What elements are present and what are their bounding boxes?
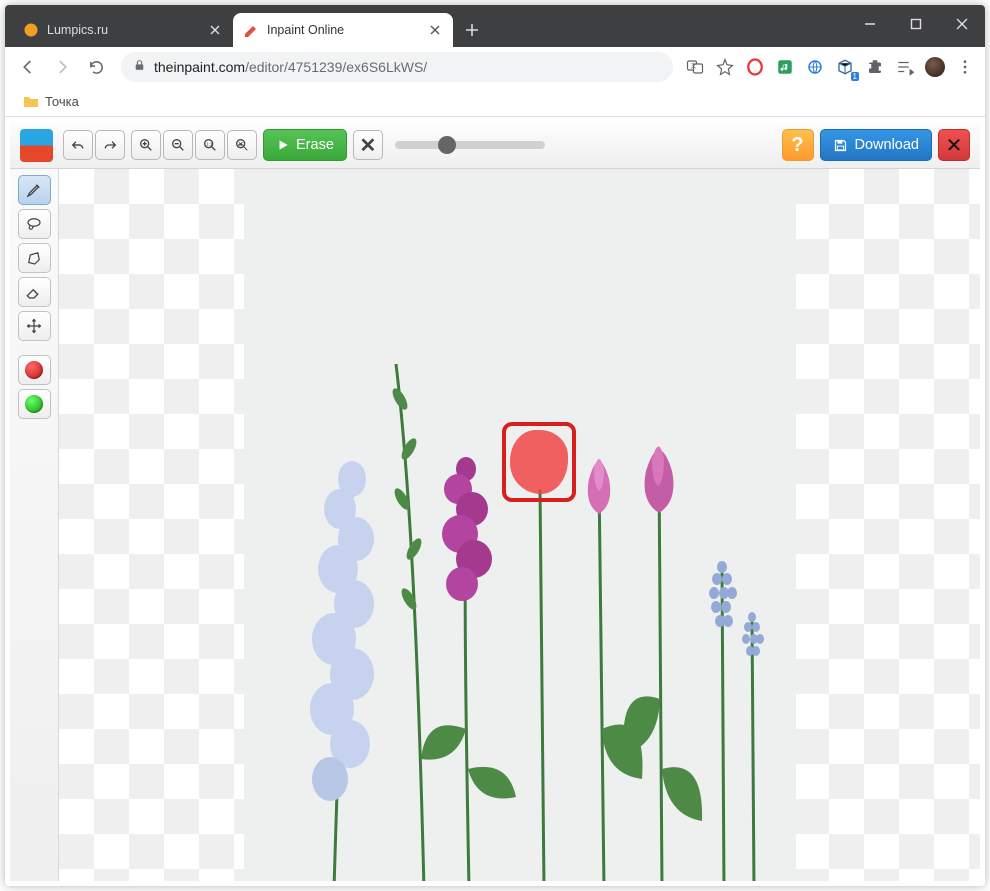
star-icon[interactable] <box>713 55 737 79</box>
tab-inpaint[interactable]: Inpaint Online <box>233 13 453 47</box>
ext-opera-icon[interactable] <box>743 55 767 79</box>
marker-tool[interactable] <box>18 175 51 205</box>
ext-music-icon[interactable] <box>773 55 797 79</box>
forward-button[interactable] <box>47 52 77 82</box>
extension-icons: 文 1 <box>683 55 977 79</box>
playlist-icon[interactable] <box>893 55 917 79</box>
slider-thumb[interactable] <box>438 136 456 154</box>
mask-highlight <box>502 422 576 502</box>
download-label: Download <box>855 137 920 153</box>
tab-close-icon[interactable] <box>207 22 223 38</box>
bookmarks-bar: Точка <box>5 87 985 117</box>
extensions-icon[interactable] <box>863 55 887 79</box>
url-text: theinpaint.com/editor/4751239/ex6S6LkWS/ <box>154 59 427 75</box>
play-icon <box>276 138 290 152</box>
svg-text:1:1: 1:1 <box>206 142 213 147</box>
favicon-inpaint <box>243 22 259 38</box>
folder-icon <box>23 94 39 110</box>
maximize-button[interactable] <box>893 5 939 43</box>
reload-button[interactable] <box>81 52 111 82</box>
close-app-button[interactable]: ✕ <box>938 129 970 161</box>
polygon-tool[interactable] <box>18 243 51 273</box>
mask-red-button[interactable] <box>18 355 51 385</box>
undo-redo-group <box>63 130 125 160</box>
canvas-area[interactable] <box>59 169 980 881</box>
save-icon <box>833 138 848 153</box>
url-field[interactable]: theinpaint.com/editor/4751239/ex6S6LkWS/ <box>121 52 673 82</box>
eraser-tool[interactable] <box>18 277 51 307</box>
clear-mask-button[interactable]: ✕ <box>353 130 383 160</box>
ext-cube-icon[interactable]: 1 <box>833 55 857 79</box>
slider-track <box>395 141 545 149</box>
erase-button[interactable]: Erase <box>263 129 347 161</box>
download-button[interactable]: Download <box>820 129 933 161</box>
green-dot-icon <box>25 395 43 413</box>
mask-green-button[interactable] <box>18 389 51 419</box>
app-body <box>10 169 980 881</box>
favicon-lumpics <box>23 22 39 38</box>
avatar-icon[interactable] <box>923 55 947 79</box>
redo-button[interactable] <box>95 130 125 160</box>
tab-strip: Lumpics.ru Inpaint Online <box>13 13 485 47</box>
zoom-fit-button[interactable] <box>227 130 257 160</box>
zoom-out-button[interactable] <box>163 130 193 160</box>
new-tab-button[interactable] <box>459 17 485 43</box>
brush-size-slider[interactable] <box>395 136 545 154</box>
translate-icon[interactable]: 文 <box>683 55 707 79</box>
zoom-group: 1:1 <box>131 130 257 160</box>
browser-titlebar: Lumpics.ru Inpaint Online <box>5 5 985 47</box>
window-controls <box>847 5 985 43</box>
tab-lumpics[interactable]: Lumpics.ru <box>13 13 233 47</box>
close-window-button[interactable] <box>939 5 985 43</box>
bookmark-label: Точка <box>45 94 79 109</box>
tab-close-icon[interactable] <box>427 22 443 38</box>
inpaint-app: 1:1 Erase ✕ ? Download ✕ <box>10 122 980 881</box>
minimize-button[interactable] <box>847 5 893 43</box>
tab-title: Inpaint Online <box>267 23 421 37</box>
address-bar: theinpaint.com/editor/4751239/ex6S6LkWS/… <box>5 47 985 87</box>
bookmark-tochka[interactable]: Точка <box>15 91 87 113</box>
menu-icon[interactable] <box>953 55 977 79</box>
erase-label: Erase <box>296 137 334 153</box>
undo-button[interactable] <box>63 130 93 160</box>
ext-globe-icon[interactable] <box>803 55 827 79</box>
mask-blob <box>510 430 568 494</box>
move-tool[interactable] <box>18 311 51 341</box>
tab-title: Lumpics.ru <box>47 23 201 37</box>
flowers-illustration <box>244 169 796 881</box>
help-button[interactable]: ? <box>782 129 814 161</box>
red-dot-icon <box>25 361 43 379</box>
zoom-actual-button[interactable]: 1:1 <box>195 130 225 160</box>
app-logo <box>20 129 53 162</box>
lock-icon <box>133 59 146 75</box>
zoom-in-button[interactable] <box>131 130 161 160</box>
photo <box>244 169 796 881</box>
app-toolbar: 1:1 Erase ✕ ? Download ✕ <box>10 122 980 169</box>
side-toolbar <box>10 169 59 881</box>
svg-text:文: 文 <box>691 62 697 70</box>
back-button[interactable] <box>13 52 43 82</box>
lasso-tool[interactable] <box>18 209 51 239</box>
